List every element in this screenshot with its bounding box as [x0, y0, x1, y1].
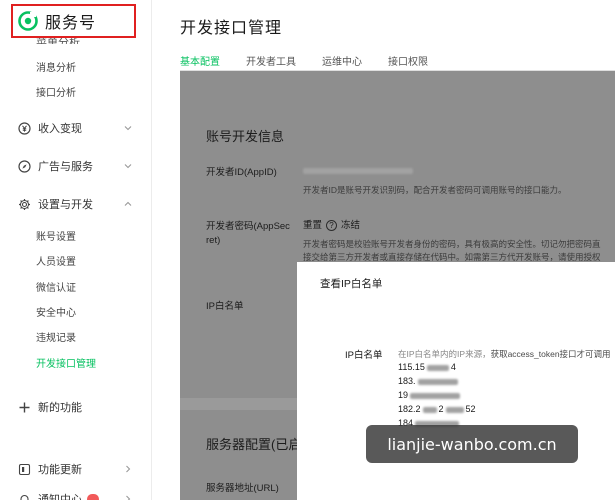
wechat-service-logo-icon — [18, 11, 38, 31]
appid-value — [303, 166, 413, 178]
chevron-up-icon — [124, 201, 132, 206]
freeze-secret-button[interactable]: 冻结 — [341, 220, 360, 231]
sidebar-group-ads[interactable]: 广告与服务 — [18, 158, 133, 174]
notification-badge — [87, 494, 99, 500]
tab-divider — [180, 70, 615, 71]
ip-entry: 115.15 4 — [398, 362, 456, 372]
sidebar-group-feature-updates-label: 功能更新 — [38, 464, 82, 476]
sidebar-item-security-center[interactable]: 安全中心 — [36, 307, 76, 321]
sidebar-item-api-analysis[interactable]: 接口分析 — [36, 87, 76, 101]
sidebar-group-ads-label: 广告与服务 — [38, 161, 93, 173]
sidebar: 菜单分析 服务号 消息分析 接口分析 收入变现 广告与服务 设置与开发 账号设置… — [0, 0, 152, 500]
sidebar-item-violation-records[interactable]: 违规记录 — [36, 332, 76, 346]
sidebar-group-revenue-label: 收入变现 — [38, 123, 82, 135]
sidebar-group-settings-label: 设置与开发 — [38, 199, 93, 211]
help-question-icon[interactable]: ? — [326, 220, 338, 231]
plus-icon — [19, 402, 30, 412]
site-watermark: lianjie-wanbo.com.cn — [366, 425, 578, 463]
chevron-right-icon — [126, 465, 131, 473]
appid-label: 开发者ID(AppID) — [206, 167, 277, 178]
ip-whitelist-modal: 查看IP白名单 IP白名单 在IP白名单内的IP来源，获取access_toke… — [297, 262, 615, 500]
reset-secret-button[interactable]: 重置 — [303, 220, 322, 231]
yen-coin-icon — [18, 121, 31, 135]
brand-header[interactable]: 服务号 — [11, 4, 136, 38]
sidebar-item-message-analysis[interactable]: 消息分析 — [36, 62, 76, 76]
ip-entry: 182.2 2 52 — [398, 404, 476, 414]
sidebar-item-dev-api-management[interactable]: 开发接口管理 — [36, 358, 96, 372]
sidebar-group-feature-updates[interactable]: 功能更新 — [18, 461, 133, 477]
modal-title: 查看IP白名单 — [320, 278, 383, 290]
account-dev-section-title: 账号开发信息 — [206, 129, 285, 144]
appsecret-label-line2: ret) — [206, 235, 221, 246]
appsecret-label-line1: 开发者密码(AppSec — [206, 221, 290, 232]
sidebar-item-wechat-verification[interactable]: 微信认证 — [36, 282, 76, 296]
sidebar-group-new-features-label: 新的功能 — [38, 402, 82, 414]
chevron-right-icon — [126, 495, 131, 500]
appsecret-description-line1: 开发者密码是校验账号开发者身份的密码，具有极高的安全性。切记勿把密码直 — [303, 239, 601, 249]
compass-icon — [18, 159, 31, 173]
sidebar-group-settings[interactable]: 设置与开发 — [18, 196, 133, 212]
sidebar-item-staff-settings[interactable]: 人员设置 — [36, 256, 76, 270]
server-url-label: 服务器地址(URL) — [206, 483, 279, 494]
ip-entry: 183. — [398, 376, 458, 386]
sidebar-group-new-features[interactable]: 新的功能 — [18, 399, 133, 415]
modal-ip-description: 在IP白名单内的IP来源，获取access_token接口才可调用 — [398, 349, 611, 359]
access-token-link[interactable]: 获取access_token接口才可调用 — [491, 349, 611, 359]
ip-whitelist-label: IP白名单 — [206, 301, 244, 312]
appid-description: 开发者ID是账号开发识别码，配合开发者密码可调用账号的接口能力。 — [303, 185, 567, 195]
sidebar-item-account-settings[interactable]: 账号设置 — [36, 231, 76, 245]
sidebar-group-notifications[interactable]: 通知中心 — [18, 491, 133, 500]
update-icon — [18, 463, 31, 475]
sidebar-group-notifications-label: 通知中心 — [38, 494, 82, 500]
bell-icon — [20, 494, 29, 500]
page-title: 开发接口管理 — [180, 20, 283, 37]
chevron-down-icon — [124, 164, 132, 169]
appsecret-actions: 重置? 冻结 — [303, 220, 360, 232]
brand-title: 服务号 — [45, 15, 97, 32]
modal-ip-whitelist-label: IP白名单 — [345, 350, 383, 361]
ip-entry: 19 — [398, 390, 461, 400]
chevron-down-icon — [124, 126, 132, 131]
sidebar-group-revenue[interactable]: 收入变现 — [18, 120, 133, 136]
sidebar-item-menu-analysis[interactable]: 菜单分析 — [36, 38, 80, 44]
gear-icon — [19, 198, 30, 210]
